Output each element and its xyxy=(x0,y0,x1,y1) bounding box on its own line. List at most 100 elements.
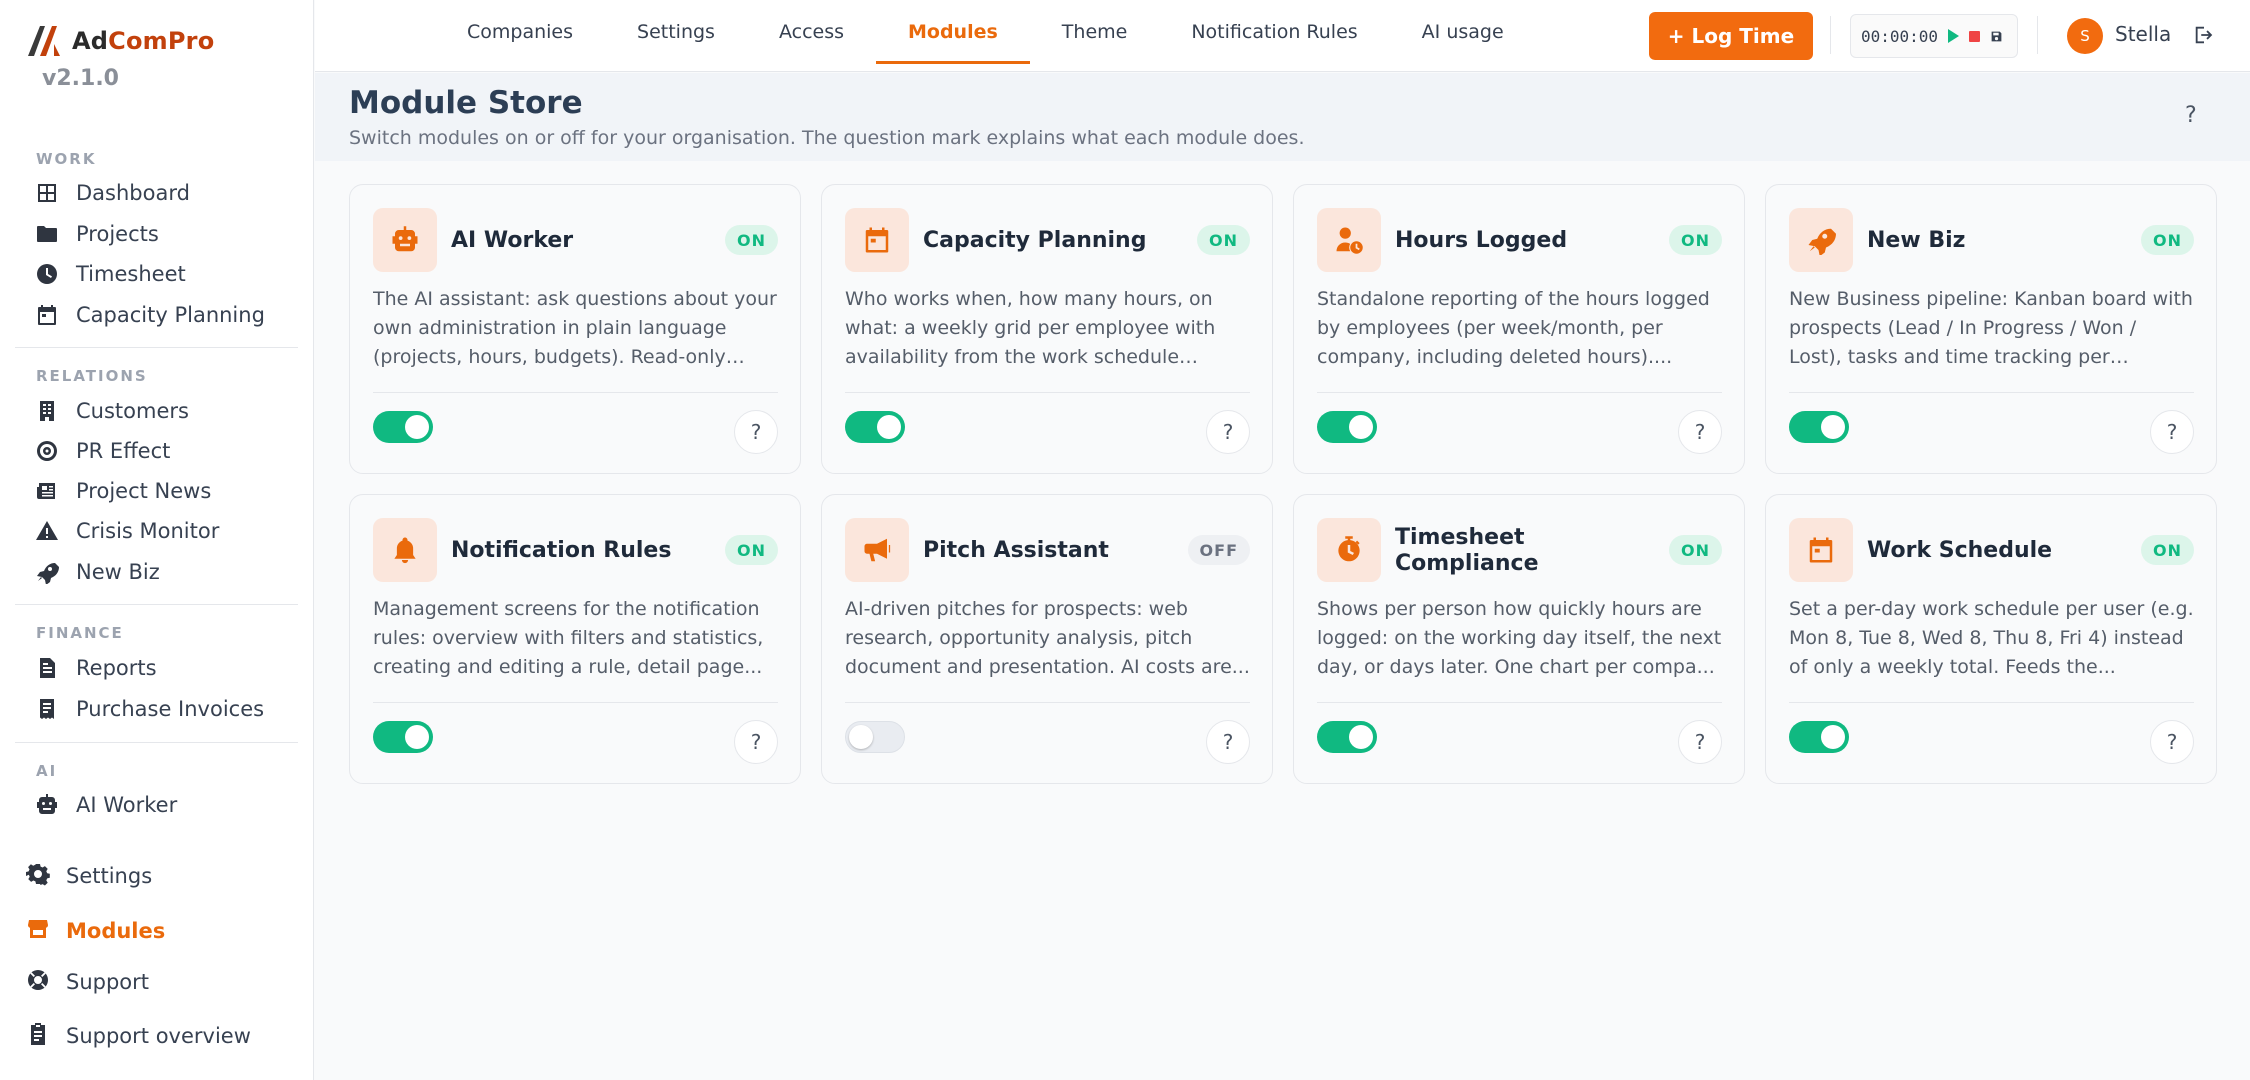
module-help-button[interactable]: ? xyxy=(2150,410,2194,454)
robot-icon xyxy=(373,208,437,272)
stop-icon[interactable] xyxy=(1969,30,1981,42)
module-title: Hours Logged xyxy=(1395,227,1568,253)
page-title: Module Store xyxy=(349,85,583,121)
status-badge: ON xyxy=(2141,535,2194,565)
sidebar-item-settings[interactable]: Settings xyxy=(26,858,152,894)
module-toggle[interactable] xyxy=(845,411,905,443)
module-help-button[interactable]: ? xyxy=(1206,720,1250,764)
sidebar-item-projects[interactable]: Projects xyxy=(34,217,159,251)
sidebar-item-label: Reports xyxy=(76,656,157,680)
timer: 00:00:00 xyxy=(1850,14,2018,58)
card-divider xyxy=(1789,392,2194,393)
sidebar-item-label: Support xyxy=(66,970,150,994)
user-name[interactable]: Stella xyxy=(2115,22,2171,46)
logout-icon[interactable] xyxy=(2193,24,2217,48)
module-help-button[interactable]: ? xyxy=(734,720,778,764)
sidebar-item-ai-worker[interactable]: AI Worker xyxy=(34,788,177,822)
module-title: AI Worker xyxy=(451,227,574,253)
status-badge: ON xyxy=(725,535,778,565)
sidebar-divider xyxy=(15,347,298,348)
module-help-button[interactable]: ? xyxy=(1206,410,1250,454)
module-description: AI-driven pitches for prospects: web res… xyxy=(845,598,1250,678)
sidebar-item-label: Dashboard xyxy=(76,181,190,205)
clipboard-icon xyxy=(26,1022,50,1051)
avatar[interactable]: S xyxy=(2067,18,2103,54)
sidebar-item-project-news[interactable]: Project News xyxy=(34,474,211,508)
module-toggle[interactable] xyxy=(373,721,433,753)
module-help-button[interactable]: ? xyxy=(1678,410,1722,454)
save-icon[interactable] xyxy=(1990,30,2003,43)
stopwatch-icon xyxy=(1317,518,1381,582)
sidebar-item-reports[interactable]: Reports xyxy=(34,651,157,685)
sidebar-item-label: Crisis Monitor xyxy=(76,519,220,543)
module-card: Timesheet Compliance ON Shows per person h… xyxy=(1293,494,1745,784)
sidebar-item-dashboard[interactable]: Dashboard xyxy=(34,176,190,210)
robot-icon xyxy=(34,792,60,818)
sidebar-item-purchase-invoices[interactable]: Purchase Invoices xyxy=(34,692,264,726)
play-icon[interactable] xyxy=(1948,29,1960,43)
module-help-button[interactable]: ? xyxy=(734,410,778,454)
sidebar-item-new-biz[interactable]: New Biz xyxy=(34,555,160,589)
tab-modules[interactable]: Modules xyxy=(876,0,1030,64)
brand[interactable]: AdComPro xyxy=(26,24,214,58)
sidebar-item-timesheet[interactable]: Timesheet xyxy=(34,257,186,291)
module-description: Who works when, how many hours, on what:… xyxy=(845,288,1216,368)
module-help-button[interactable]: ? xyxy=(1678,720,1722,764)
module-toggle[interactable] xyxy=(373,411,433,443)
sidebar-item-label: Modules xyxy=(66,919,166,943)
topbar: Companies Settings Access Modules Theme Notif… xyxy=(315,0,2250,72)
calendar-icon xyxy=(34,302,60,328)
sidebar-item-capacity-planning[interactable]: Capacity Planning xyxy=(34,298,265,332)
help-button[interactable]: ? xyxy=(2185,103,2197,128)
tab-theme[interactable]: Theme xyxy=(1030,0,1160,64)
tab-notification-rules[interactable]: Notification Rules xyxy=(1159,0,1389,64)
app-version: v2.1.0 xyxy=(42,66,119,91)
module-title: Work Schedule xyxy=(1867,537,2053,563)
rocket-icon xyxy=(34,559,60,585)
gear-icon xyxy=(26,862,50,891)
card-divider xyxy=(1789,702,2194,703)
module-toggle[interactable] xyxy=(1317,721,1377,753)
sidebar-item-label: Projects xyxy=(76,222,159,246)
sidebar-item-support-overview[interactable]: Support overview xyxy=(26,1018,251,1054)
tab-access[interactable]: Access xyxy=(747,0,876,64)
megaphone-icon xyxy=(845,518,909,582)
status-badge: ON xyxy=(1669,535,1722,565)
module-description: New Business pipeline: Kanban board with… xyxy=(1789,288,2193,368)
page-subtitle: Switch modules on or off for your organi… xyxy=(349,127,1305,149)
toggle-knob xyxy=(1349,415,1373,439)
module-card: Hours Logged ON Standalone reporting of th… xyxy=(1293,184,1745,474)
sidebar-item-support[interactable]: Support xyxy=(26,964,149,1000)
module-toggle[interactable] xyxy=(845,721,905,753)
sidebar-item-crisis-monitor[interactable]: Crisis Monitor xyxy=(34,514,219,548)
sidebar-item-label: Customers xyxy=(76,399,189,423)
module-title: Notification Rules xyxy=(451,537,672,563)
module-title: Timesheet Compliance xyxy=(1395,524,1539,576)
module-toggle[interactable] xyxy=(1317,411,1377,443)
sidebar-item-label: New Biz xyxy=(76,560,160,584)
tab-settings[interactable]: Settings xyxy=(605,0,747,64)
module-card: New Biz ON New Business pipeline: Kanban b… xyxy=(1765,184,2217,474)
module-card: Capacity Planning ON Who works when, how m… xyxy=(821,184,1273,474)
sidebar-item-label: AI Worker xyxy=(76,793,178,817)
sidebar-item-pr-effect[interactable]: PR Effect xyxy=(34,434,170,468)
card-divider xyxy=(373,392,778,393)
status-badge: ON xyxy=(1669,225,1722,255)
module-description: Set a per-day work schedule per user (e.… xyxy=(1789,598,2194,678)
module-description: Standalone reporting of the hours logged… xyxy=(1317,288,1710,368)
module-help-button[interactable]: ? xyxy=(2150,720,2194,764)
module-toggle[interactable] xyxy=(1789,411,1849,443)
tab-companies[interactable]: Companies xyxy=(435,0,605,64)
status-badge: OFF xyxy=(1187,535,1250,565)
sidebar-item-label: Timesheet xyxy=(76,262,186,286)
module-description: Shows per person how quickly hours are l… xyxy=(1317,598,1722,678)
module-toggle[interactable] xyxy=(1789,721,1849,753)
sidebar-item-modules[interactable]: Modules xyxy=(26,913,165,949)
toggle-knob xyxy=(1821,415,1845,439)
section-label: RELATIONS xyxy=(36,367,148,385)
sidebar-item-label: Project News xyxy=(76,479,212,503)
toggle-knob xyxy=(1349,725,1373,749)
tab-ai-usage[interactable]: AI usage xyxy=(1390,0,1536,64)
log-time-button[interactable]: + Log Time xyxy=(1649,12,1813,60)
sidebar-item-customers[interactable]: Customers xyxy=(34,394,189,428)
